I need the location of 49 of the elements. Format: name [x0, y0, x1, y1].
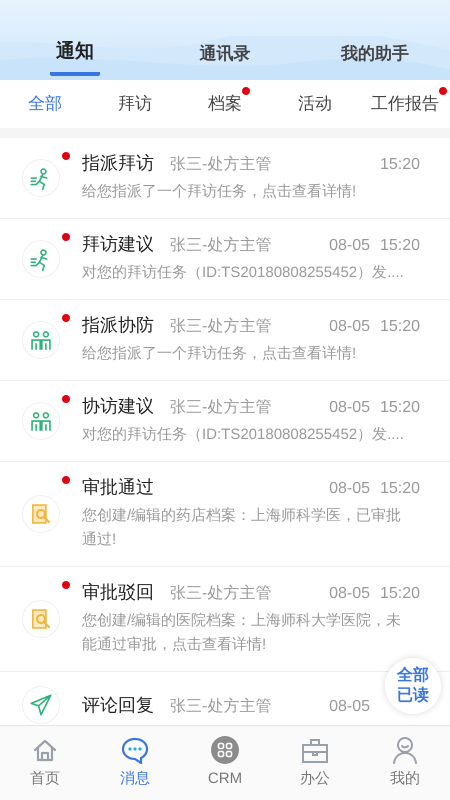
message-title: 审批驳回: [82, 581, 154, 603]
filter-tab[interactable]: 拜访: [118, 91, 152, 116]
message-title: 协访建议: [82, 395, 154, 417]
tab[interactable]: 我的助手: [335, 40, 415, 76]
message-date: 08-05: [329, 584, 370, 604]
message-date: 08-05: [329, 317, 370, 337]
message-title: 指派协防: [82, 314, 154, 336]
message-preview: 对您的拜访任务（ID:TS20180808255452）发....: [82, 263, 405, 283]
nav-tab[interactable]: 我的: [360, 726, 450, 800]
sender-name: 张三-处方主管: [170, 154, 272, 175]
nav-tab[interactable]: 办公: [270, 726, 360, 800]
filter-tab[interactable]: 活动: [298, 91, 332, 116]
message-title: 审批通过: [82, 476, 154, 498]
filter-tab[interactable]: 档案: [208, 91, 242, 116]
sender-name: 张三-处方主管: [170, 696, 272, 717]
sender-name: 张三-处方主管: [170, 398, 272, 418]
nav-tab[interactable]: CRM: [180, 726, 270, 800]
sender-name: 张三-处方主管: [170, 316, 272, 337]
message-title: 拜访建议: [82, 233, 154, 255]
message-time: 15:20: [380, 237, 420, 254]
filter-tab[interactable]: 全部: [28, 91, 62, 116]
message-date: 08-05: [329, 479, 370, 499]
person-icon: [391, 736, 419, 764]
mark-all-read-button[interactable]: 全部已读: [385, 658, 441, 714]
sender-name: 张三-处方主管: [170, 584, 272, 604]
message-title: 评论回复: [82, 694, 154, 716]
message-time: 15:20: [380, 585, 420, 602]
sender-name: 张三-处方主管: [170, 236, 272, 256]
message-preview: 给您指派了一个拜访任务，点击查看详情!: [82, 344, 358, 364]
message-time: 15:20: [380, 480, 420, 497]
message-time: 15:20: [380, 156, 420, 173]
tab[interactable]: 通知: [50, 38, 100, 76]
message-preview: 您创建/编辑的药店档案：上海师科学医，已审批通过!: [82, 506, 402, 550]
message-title: 指派拜访: [82, 152, 154, 174]
message-preview: 您创建/编辑的医院档案：上海师科大学医院，未能通过审批，点击查看详情!: [82, 611, 402, 655]
filter-tab[interactable]: 工作报告: [371, 91, 439, 116]
paper-plane-icon: [28, 692, 54, 718]
message-date: 08-05: [329, 236, 370, 256]
nav-tab[interactable]: 消息: [90, 726, 180, 800]
message-preview: 给您指派了一个拜访任务，点击查看详情!: [82, 182, 358, 202]
message-date: 08-05: [329, 697, 370, 717]
message-time: 15:20: [380, 318, 420, 335]
grid-icon: [211, 736, 239, 764]
nav-tab[interactable]: 首页: [0, 726, 90, 800]
chat-bubble-icon: [121, 736, 149, 764]
tab[interactable]: 通讯录: [194, 40, 256, 76]
message-date: 08-05: [329, 398, 370, 418]
message-preview: 对您的拜访任务（ID:TS20180808255452）发....: [82, 425, 405, 445]
message-time: 15:20: [380, 399, 420, 416]
